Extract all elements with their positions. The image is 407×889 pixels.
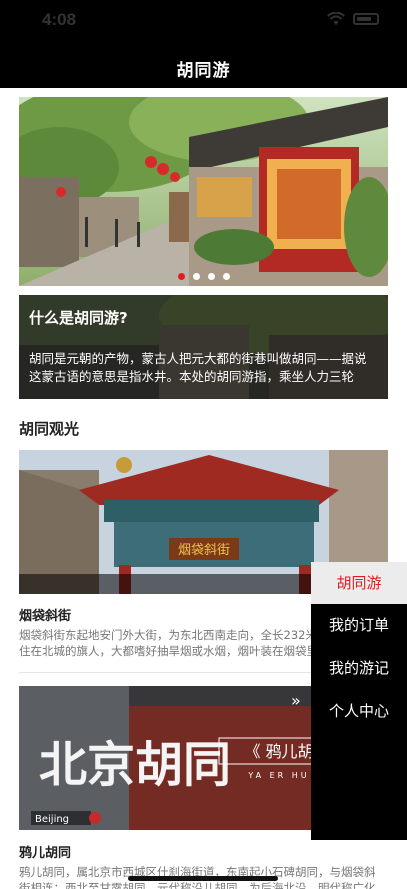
page-title: 胡同游: [176, 61, 231, 81]
carousel-dots: [19, 273, 388, 280]
hutong-street-photo: [19, 97, 388, 286]
intro-card[interactable]: 什么是胡同游? 胡同是元朝的产物，蒙古人把元大都的街巷叫做胡同——据说这蒙古语的…: [19, 295, 388, 399]
home-indicator[interactable]: [128, 876, 278, 881]
wifi-icon: [327, 12, 345, 25]
status-bar: 4:08: [0, 10, 407, 32]
battery-icon: [353, 13, 379, 25]
menu-item-profile[interactable]: 个人中心: [311, 690, 407, 732]
menu-item-my-orders[interactable]: 我的订单: [311, 604, 407, 646]
app-header: 4:08 胡同游: [0, 0, 407, 88]
calligraphy-art: 北京胡同: [39, 737, 231, 793]
carousel-dot[interactable]: [222, 273, 230, 280]
alley-sign-sub: YA ER HU: [247, 771, 309, 780]
alley-sign-text: 《 鸦儿胡: [244, 742, 313, 761]
status-indicators: [327, 12, 379, 26]
banner-carousel[interactable]: [19, 97, 388, 286]
floating-nav-menu: 胡同游 我的订单 我的游记 个人中心: [311, 562, 407, 840]
gate-sign-text: 烟袋斜街: [178, 543, 230, 558]
carousel-dot-active[interactable]: [177, 273, 185, 280]
intro-text: 胡同是元朝的产物，蒙古人把元大都的街巷叫做胡同——据说这蒙古语的意思是指水井。本…: [29, 351, 367, 384]
spot-name-yandai[interactable]: 烟袋斜街: [19, 605, 71, 624]
carousel-dot[interactable]: [192, 273, 200, 280]
beijing-watermark: Beijing: [35, 814, 69, 825]
scroll-arrow-icon: »: [291, 691, 301, 710]
status-time: 4:08: [42, 10, 77, 29]
intro-title: 什么是胡同游?: [29, 309, 128, 327]
section-title: 胡同观光: [19, 420, 80, 438]
menu-item-my-travelogues[interactable]: 我的游记: [311, 647, 407, 689]
carousel-dot[interactable]: [207, 273, 215, 280]
menu-item-hutong-tour[interactable]: 胡同游: [311, 562, 407, 604]
spot-name-yaer[interactable]: 鸦儿胡同: [19, 842, 71, 861]
